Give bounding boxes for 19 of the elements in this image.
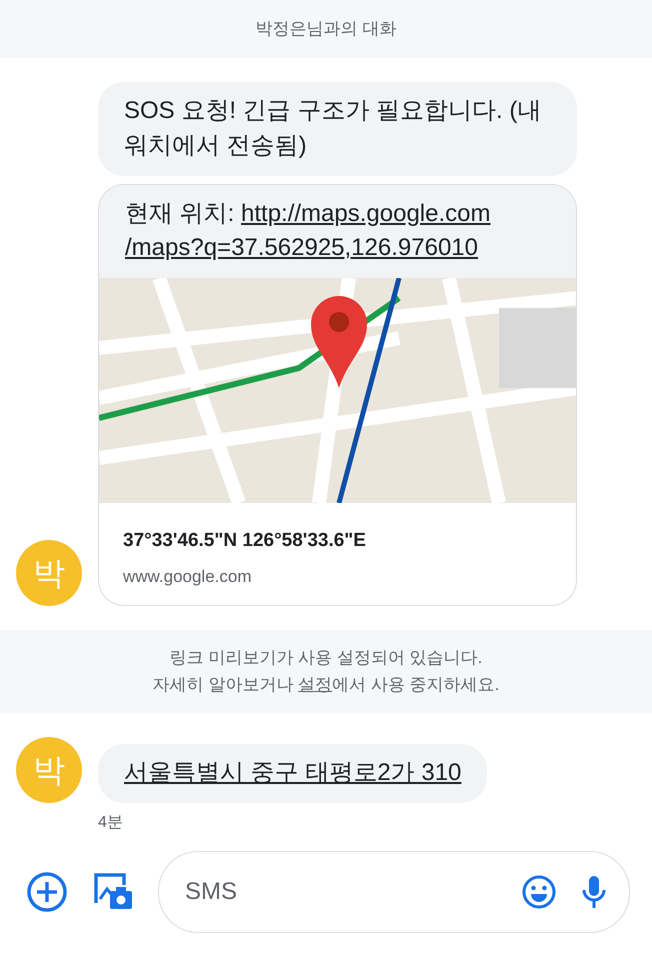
preview-domain: www.google.com <box>123 566 253 588</box>
message-composer[interactable]: SMS <box>158 850 630 933</box>
sender-avatar: 박 <box>16 736 82 803</box>
link-preview-card[interactable]: 현재 위치: http://maps.google.com /maps?q=37.562925,126.976010 37°33'46.5"N 126°58'33.6"E www.google.com <box>98 184 577 606</box>
message-input-field[interactable]: SMS <box>183 872 497 911</box>
add-icon[interactable] <box>26 870 68 913</box>
map-link[interactable]: http://maps.google.com <box>241 200 490 227</box>
message-bubble: SOS 요청! 긴급 구조가 필요합니다. (내 워치에서 전송됨) <box>98 82 577 176</box>
map-link[interactable]: /maps?q=37.562925,126.976010 <box>125 234 478 262</box>
message-text: 현재 위치: <box>125 200 236 227</box>
link-preview-notice: 링크 미리보기가 사용 설정되어 있습니다. 자세히 알아보거나 설정 에서 사용 중지하세요. <box>152 647 500 696</box>
sender-avatar: 박 <box>16 540 82 606</box>
settings-link[interactable]: 설정 <box>298 675 332 694</box>
conversation-title: 박정은님과의 대화 <box>256 18 396 40</box>
microphone-icon[interactable] <box>581 874 607 910</box>
message-time: 4분 <box>98 812 123 833</box>
address-link[interactable]: 서울특별시 중구 태평로2가 310 <box>98 744 488 803</box>
emoji-icon[interactable] <box>521 874 557 910</box>
preview-title: 37°33'46.5"N 126°58'33.6"E <box>123 529 367 554</box>
